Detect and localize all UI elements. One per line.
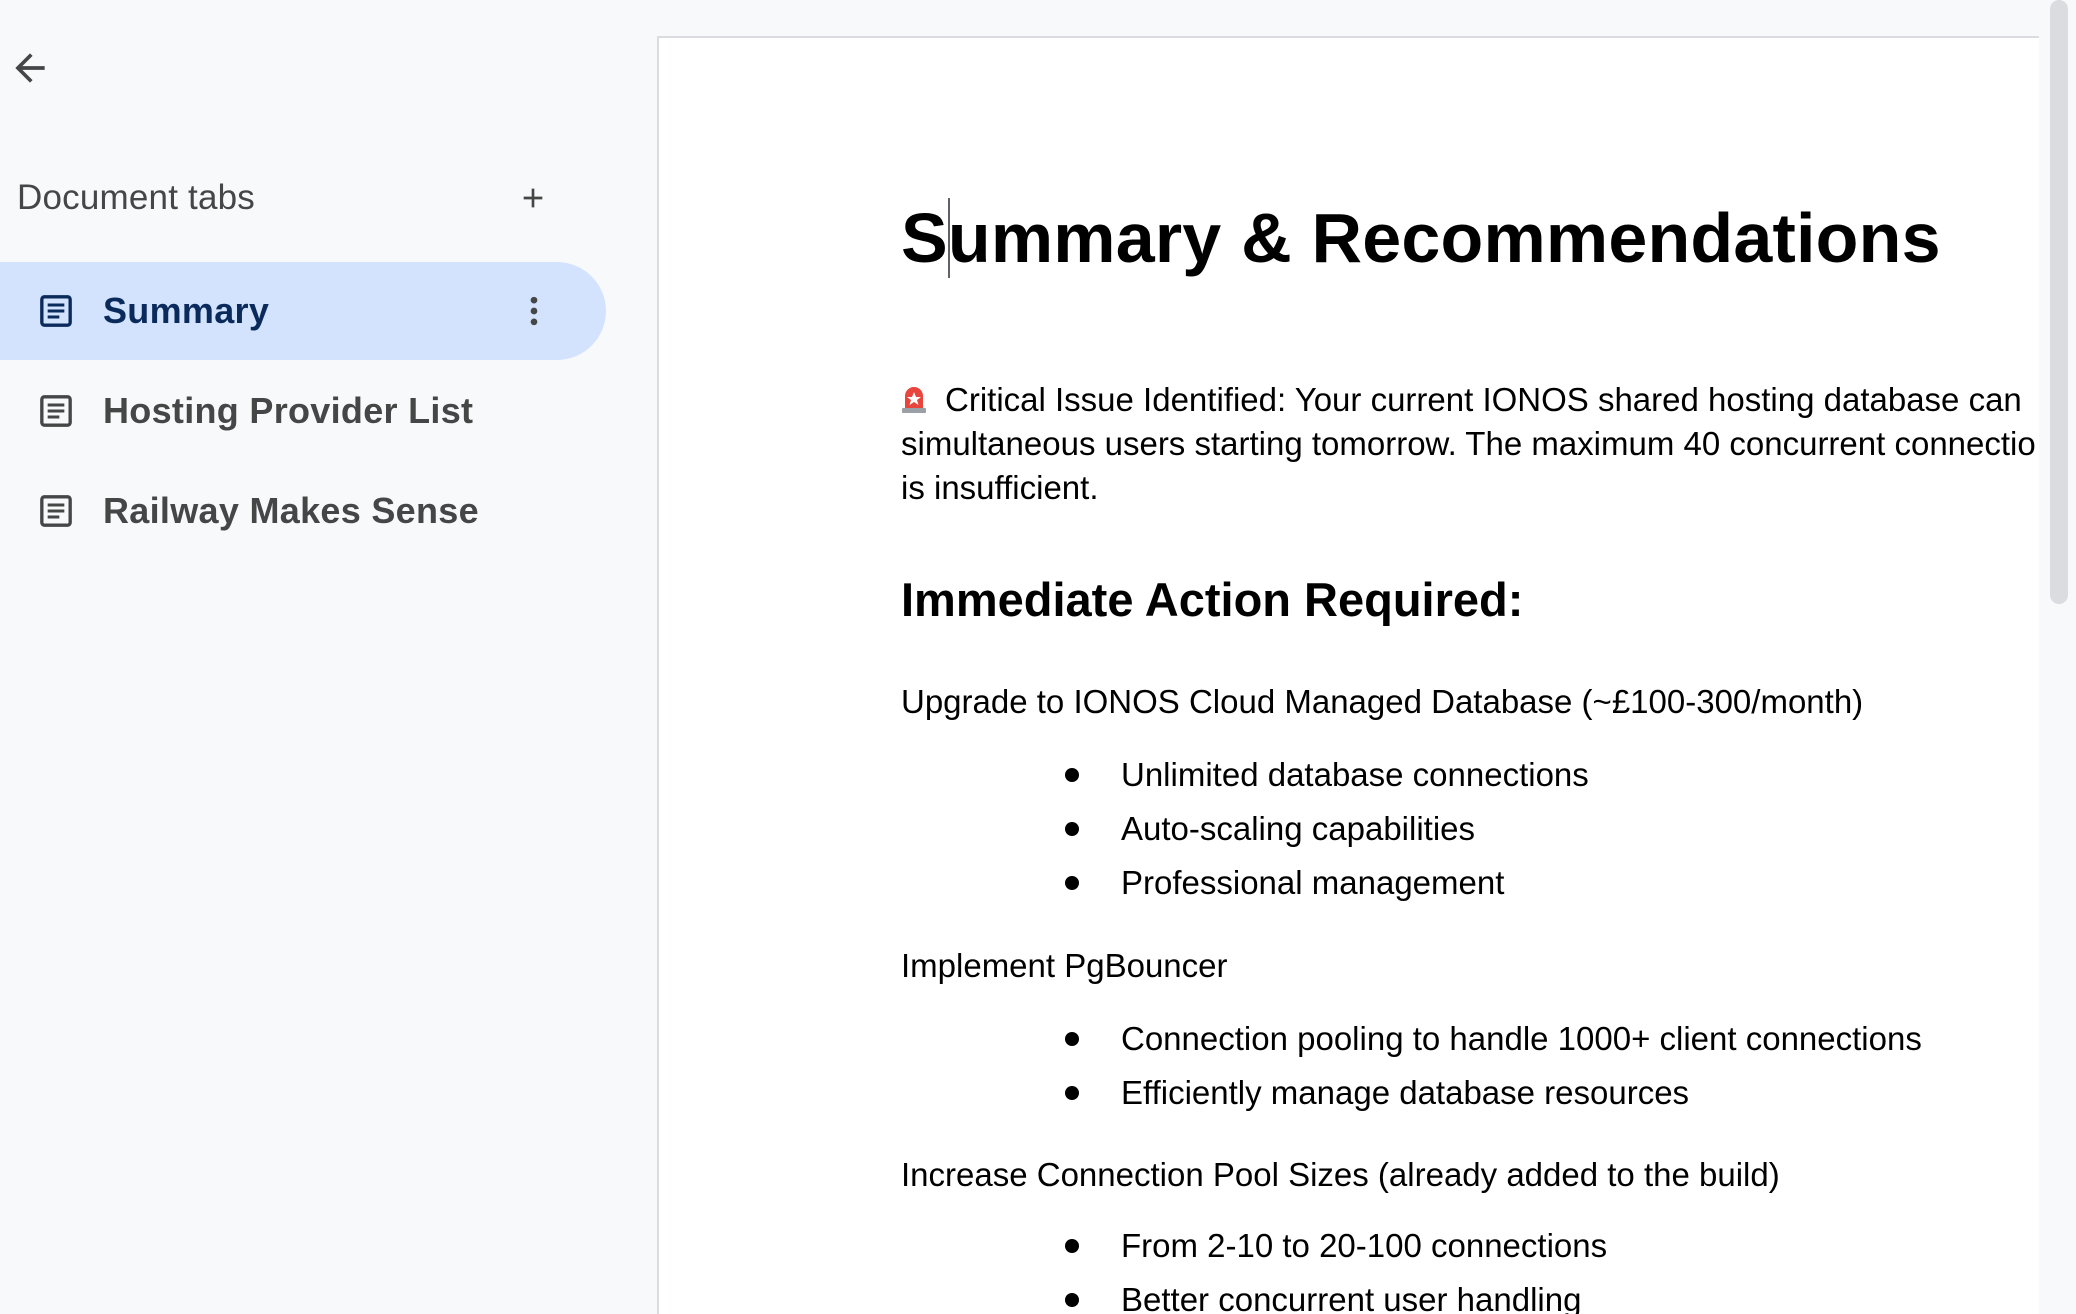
list-item[interactable]: Better concurrent user handling (901, 1273, 1607, 1314)
bullet-icon (1065, 1032, 1079, 1046)
tab-label: Summary (103, 290, 270, 331)
docs-app: Document tabs Summary Hosting Provider L… (0, 0, 2076, 1314)
document-icon (35, 490, 77, 532)
document-icon (35, 390, 77, 432)
section-heading[interactable]: Immediate Action Required: (901, 572, 1523, 627)
bullet-icon (1065, 1239, 1079, 1253)
list-item[interactable]: Auto-scaling capabilities (901, 802, 1589, 856)
list-item-text: From 2-10 to 20-100 connections (1121, 1227, 1608, 1264)
critical-issue-paragraph[interactable]: Critical Issue Identified: Your current … (901, 378, 2039, 510)
bullet-icon (1065, 822, 1079, 836)
document-tabs-sidebar: Document tabs Summary Hosting Provider L… (0, 0, 640, 1314)
list-item[interactable]: Unlimited database connections (901, 748, 1589, 802)
rotating-light-icon (901, 381, 927, 413)
tab-list: Summary Hosting Provider List Railway Ma… (0, 262, 606, 562)
list-item-text: Professional management (1121, 864, 1505, 901)
tabs-title: Document tabs (17, 178, 255, 217)
tab-railway-makes-sense[interactable]: Railway Makes Sense (0, 462, 606, 560)
bullet-list-upgrade: Unlimited database connections Auto-scal… (901, 748, 1589, 910)
tab-label: Railway Makes Sense (103, 490, 479, 531)
section-title-upgrade[interactable]: Upgrade to IONOS Cloud Managed Database … (901, 683, 1863, 721)
vertical-scrollbar[interactable] (2048, 0, 2070, 610)
back-button[interactable] (4, 42, 56, 94)
list-item[interactable]: Connection pooling to handle 1000+ clien… (901, 1012, 1922, 1066)
bullet-icon (1065, 1293, 1079, 1307)
list-item[interactable]: Professional management (901, 856, 1589, 910)
bullet-icon (1065, 1086, 1079, 1100)
list-item-text: Unlimited database connections (1121, 756, 1589, 793)
more-options-button[interactable] (508, 285, 560, 337)
document-icon (35, 290, 77, 332)
section-title-pgbouncer[interactable]: Implement PgBouncer (901, 947, 1228, 985)
alert-text-line-1: Critical Issue Identified: Your current … (945, 381, 2022, 418)
tab-label: Hosting Provider List (103, 390, 474, 431)
tab-summary[interactable]: Summary (0, 262, 606, 360)
list-item-text: Efficiently manage database resources (1121, 1074, 1690, 1111)
more-vert-icon (530, 296, 538, 326)
document-page[interactable]: Summary & Recommendations Critical Issue… (657, 36, 2039, 1314)
tabs-header: Document tabs (17, 170, 557, 226)
list-item[interactable]: Efficiently manage database resources (901, 1066, 1922, 1120)
list-item[interactable]: From 2-10 to 20-100 connections (901, 1219, 1607, 1273)
arrow-left-icon (15, 53, 45, 83)
add-tab-button[interactable] (507, 172, 559, 224)
list-item-text: Better concurrent user handling (1121, 1281, 1582, 1314)
alert-text-line-3: is insufficient. (901, 469, 1099, 506)
list-item-text: Connection pooling to handle 1000+ clien… (1121, 1020, 1922, 1057)
alert-text-line-2: simultaneous users starting tomorrow. Th… (901, 425, 2036, 462)
tab-hosting-provider-list[interactable]: Hosting Provider List (0, 362, 606, 460)
section-title-pool-sizes[interactable]: Increase Connection Pool Sizes (already … (901, 1156, 1780, 1194)
plus-icon (523, 188, 543, 208)
bullet-icon (1065, 768, 1079, 782)
bullet-list-pool-sizes: From 2-10 to 20-100 connections Better c… (901, 1219, 1607, 1314)
bullet-icon (1065, 876, 1079, 890)
document-title[interactable]: Summary & Recommendations (901, 198, 1941, 278)
list-item-text: Auto-scaling capabilities (1121, 810, 1476, 847)
bullet-list-pgbouncer: Connection pooling to handle 1000+ clien… (901, 1012, 1922, 1120)
scrollbar-thumb[interactable] (2050, 0, 2068, 604)
